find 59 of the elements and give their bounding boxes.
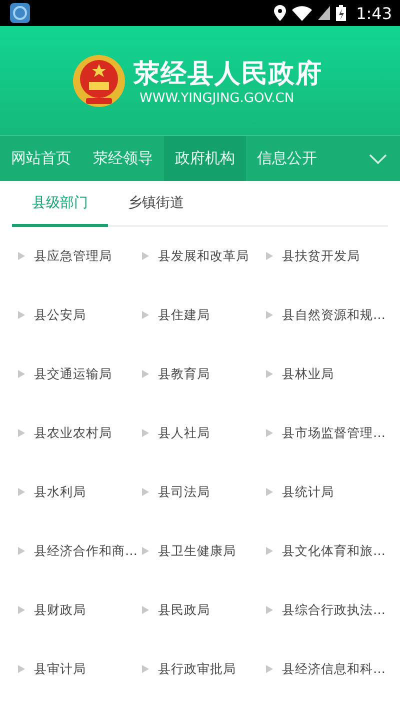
bullet-icon <box>142 606 149 614</box>
bullet-icon <box>266 488 273 496</box>
department-link[interactable]: 县水利局 <box>34 484 86 500</box>
bullet-icon <box>142 665 149 673</box>
department-link[interactable]: 县公安局 <box>34 306 86 324</box>
bullet-icon <box>18 606 25 614</box>
tab[interactable]: 乡镇街道 <box>108 181 204 227</box>
department-link[interactable]: 县住建局 <box>158 306 210 324</box>
bullet-icon <box>142 429 149 437</box>
department-link[interactable]: 县市场监督管理… <box>282 424 386 442</box>
department-link[interactable]: 县经济信息和科… <box>282 660 386 678</box>
bullet-icon <box>266 547 273 555</box>
location-icon <box>274 5 286 21</box>
bullet-icon <box>142 370 149 378</box>
clock: 1:43 <box>356 4 392 22</box>
department-link[interactable]: 县司法局 <box>158 484 210 500</box>
bullet-icon <box>266 606 273 614</box>
bullet-icon <box>266 370 273 378</box>
emblem-icon <box>72 54 126 108</box>
chevron-down-icon <box>369 154 387 164</box>
department-link[interactable]: 县财政局 <box>34 602 86 618</box>
bullet-icon <box>266 311 273 319</box>
department-link[interactable]: 县农业农村局 <box>34 424 112 442</box>
department-link[interactable]: 县卫生健康局 <box>158 542 236 560</box>
department-link[interactable]: 县文化体育和旅… <box>282 542 386 560</box>
bullet-icon <box>142 488 149 496</box>
department-link[interactable]: 县发展和改革局 <box>158 248 249 264</box>
bullet-icon <box>18 547 25 555</box>
department-link[interactable]: 县扶贫开发局 <box>282 248 360 264</box>
bullet-icon <box>18 429 25 437</box>
department-link[interactable]: 县教育局 <box>158 366 210 382</box>
site-title: 荥经县人民政府 <box>134 58 322 90</box>
bullet-icon <box>18 370 25 378</box>
department-link[interactable]: 县统计局 <box>282 484 334 500</box>
department-link[interactable]: 县人社局 <box>158 424 210 442</box>
department-link[interactable]: 县行政审批局 <box>158 660 236 678</box>
department-link[interactable]: 县林业局 <box>282 366 334 382</box>
site-url: WWW.YINGJING.GOV.CN <box>140 90 296 106</box>
bullet-icon <box>266 665 273 673</box>
bullet-icon <box>18 252 25 260</box>
department-link[interactable]: 县审计局 <box>34 660 86 678</box>
app-icon <box>10 3 30 23</box>
bullet-icon <box>142 311 149 319</box>
bullet-icon <box>266 429 273 437</box>
department-link[interactable]: 县交通运输局 <box>34 366 112 382</box>
signal-icon <box>318 6 330 20</box>
bullet-icon <box>18 488 25 496</box>
battery-icon <box>336 5 346 21</box>
bullet-icon <box>142 547 149 555</box>
bullet-icon <box>18 665 25 673</box>
bullet-icon <box>18 311 25 319</box>
department-link[interactable]: 县经济合作和商… <box>34 542 138 560</box>
department-link[interactable]: 县应急管理局 <box>34 248 112 264</box>
department-link[interactable]: 县民政局 <box>158 602 210 618</box>
department-link[interactable]: 县综合行政执法… <box>282 602 386 618</box>
wifi-icon <box>292 6 312 20</box>
bullet-icon <box>142 252 149 260</box>
department-link[interactable]: 县自然资源和规… <box>282 306 386 324</box>
bullet-icon <box>266 252 273 260</box>
